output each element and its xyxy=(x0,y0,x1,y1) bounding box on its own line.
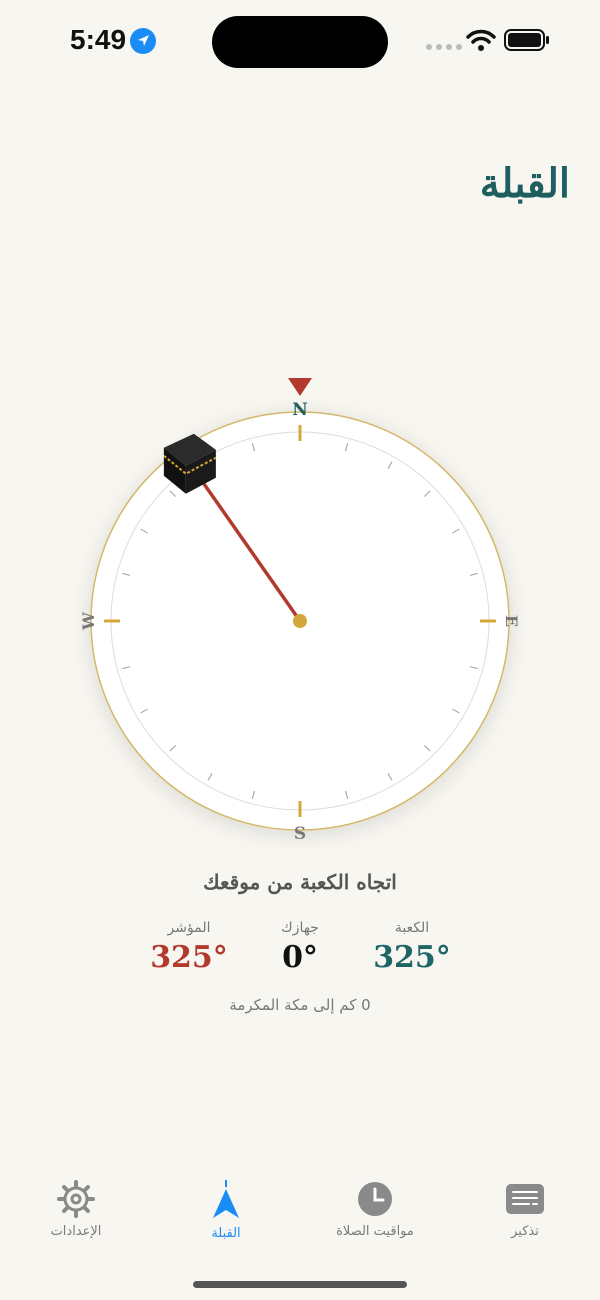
tab-qibla[interactable]: القبلة xyxy=(156,1180,296,1241)
direction-heading: اتجاه الكعبة من موقعك xyxy=(203,870,397,894)
status-bar: 5:49 xyxy=(0,0,600,80)
battery-icon xyxy=(504,29,549,51)
tab-remind-label: تذكير xyxy=(511,1224,539,1239)
tab-qibla-label: القبلة xyxy=(211,1226,241,1241)
compass-dial: N S W E xyxy=(79,378,521,844)
location-arrow-icon xyxy=(130,28,156,54)
north-label: N xyxy=(292,400,308,420)
pointer-value: 325° xyxy=(150,940,228,975)
north-marker-icon xyxy=(288,378,312,396)
qibla-arrow-icon xyxy=(213,1180,239,1218)
clock-icon xyxy=(358,1182,392,1216)
west-label: W xyxy=(79,611,98,631)
tab-bar: الإعدادات القبلة مواقيت الصلاة تذكير xyxy=(0,1180,600,1260)
compass: N S W E xyxy=(70,370,530,850)
home-indicator xyxy=(193,1281,407,1288)
dynamic-island xyxy=(212,16,388,68)
south-label: S xyxy=(294,824,306,844)
east-label: E xyxy=(502,615,521,627)
bearing-readings: الكعبة 325° جهازك 0° المؤشر 325° xyxy=(0,920,600,990)
tab-remind[interactable]: تذكير xyxy=(455,1180,595,1239)
reading-pointer: المؤشر 325° xyxy=(119,920,259,975)
distance-to-mecca: 0 كم إلى مكة المكرمة xyxy=(229,996,371,1014)
compass-center-dot xyxy=(293,614,307,628)
gear-icon xyxy=(57,1180,95,1218)
status-time: 5:49 xyxy=(70,24,127,55)
pointer-label: المؤشر xyxy=(167,920,211,936)
tab-prayer-times[interactable]: مواقيت الصلاة xyxy=(305,1180,445,1239)
tab-settings-label: الإعدادات xyxy=(50,1224,102,1239)
page-title: القبلة xyxy=(479,160,570,207)
tab-prayer-times-label: مواقيت الصلاة xyxy=(336,1224,414,1239)
cellular-signal-icon xyxy=(426,44,462,50)
wifi-icon xyxy=(466,29,496,51)
list-card-icon xyxy=(506,1184,544,1214)
tab-settings[interactable]: الإعدادات xyxy=(6,1180,146,1239)
